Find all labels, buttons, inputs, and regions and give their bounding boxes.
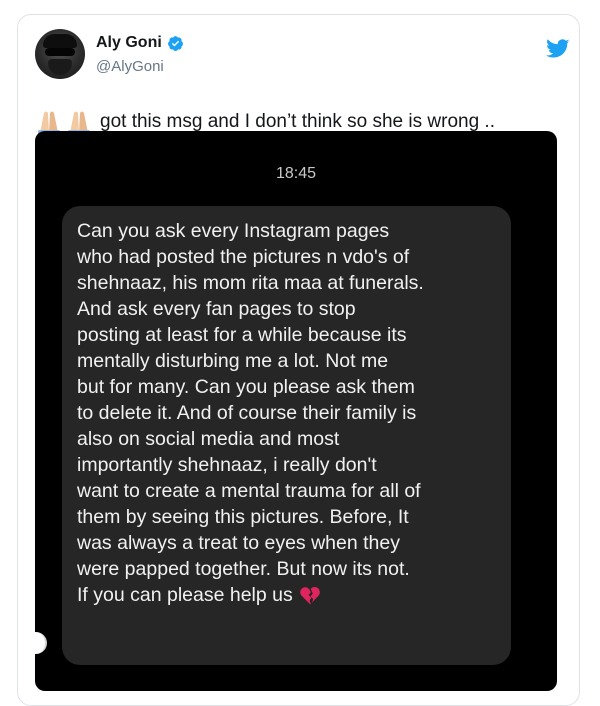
verified-badge-icon xyxy=(167,35,183,51)
message-line: them by seeing this pictures. Before, It xyxy=(77,506,409,528)
message-line: to delete it. And of course their family… xyxy=(77,402,417,424)
message-line: but for many. Can you please ask them xyxy=(77,376,415,398)
message-line-last: If you can please help us xyxy=(77,582,507,608)
attached-message-screenshot[interactable]: 18:45 Can you ask every Instagram pages … xyxy=(35,131,557,691)
message-line: who had posted the pictures n vdo's of xyxy=(77,246,410,268)
twitter-bird-icon[interactable] xyxy=(546,39,570,59)
message-line: And ask every fan pages to stop xyxy=(77,298,356,320)
message-line: also on social media and most xyxy=(77,428,340,450)
author-handle[interactable]: @AlyGoni xyxy=(96,58,164,75)
author-name-row[interactable]: Aly Goni xyxy=(96,34,184,52)
author-display-name[interactable]: Aly Goni xyxy=(96,34,162,52)
message-line: mentally disturbing me a lot. Not me xyxy=(77,350,389,372)
tweet-card: Aly Goni @AlyGoni got this msg and I don… xyxy=(17,14,580,706)
message-line: were papped together. But now its not. xyxy=(77,558,410,580)
message-line: was always a treat to eyes when they xyxy=(77,532,400,554)
broken-heart-emoji-icon xyxy=(299,586,320,605)
page: Aly Goni @AlyGoni got this msg and I don… xyxy=(0,0,600,706)
message-timestamp: 18:45 xyxy=(275,165,317,182)
message-line: Can you ask every Instagram pages xyxy=(77,220,390,242)
avatar-glasses-shape xyxy=(45,48,75,56)
message-line: importantly shehnaaz, i really don't xyxy=(77,454,377,476)
avatar-beard-shape xyxy=(48,59,72,75)
message-bubble: Can you ask every Instagram pages who ha… xyxy=(62,206,511,665)
avatar-cap-shape xyxy=(43,34,77,48)
message-text: Can you ask every Instagram pages who ha… xyxy=(77,218,507,608)
message-line: shehnaaz, his mom rita maa at funerals. xyxy=(77,272,424,294)
message-line: want to create a mental trauma for all o… xyxy=(77,480,421,502)
tweet-text: got this msg and I don’t think so she is… xyxy=(100,111,495,132)
message-line: If you can please help us xyxy=(77,584,293,606)
message-line: posting at least for a while because its xyxy=(77,324,407,346)
avatar[interactable] xyxy=(35,29,85,79)
